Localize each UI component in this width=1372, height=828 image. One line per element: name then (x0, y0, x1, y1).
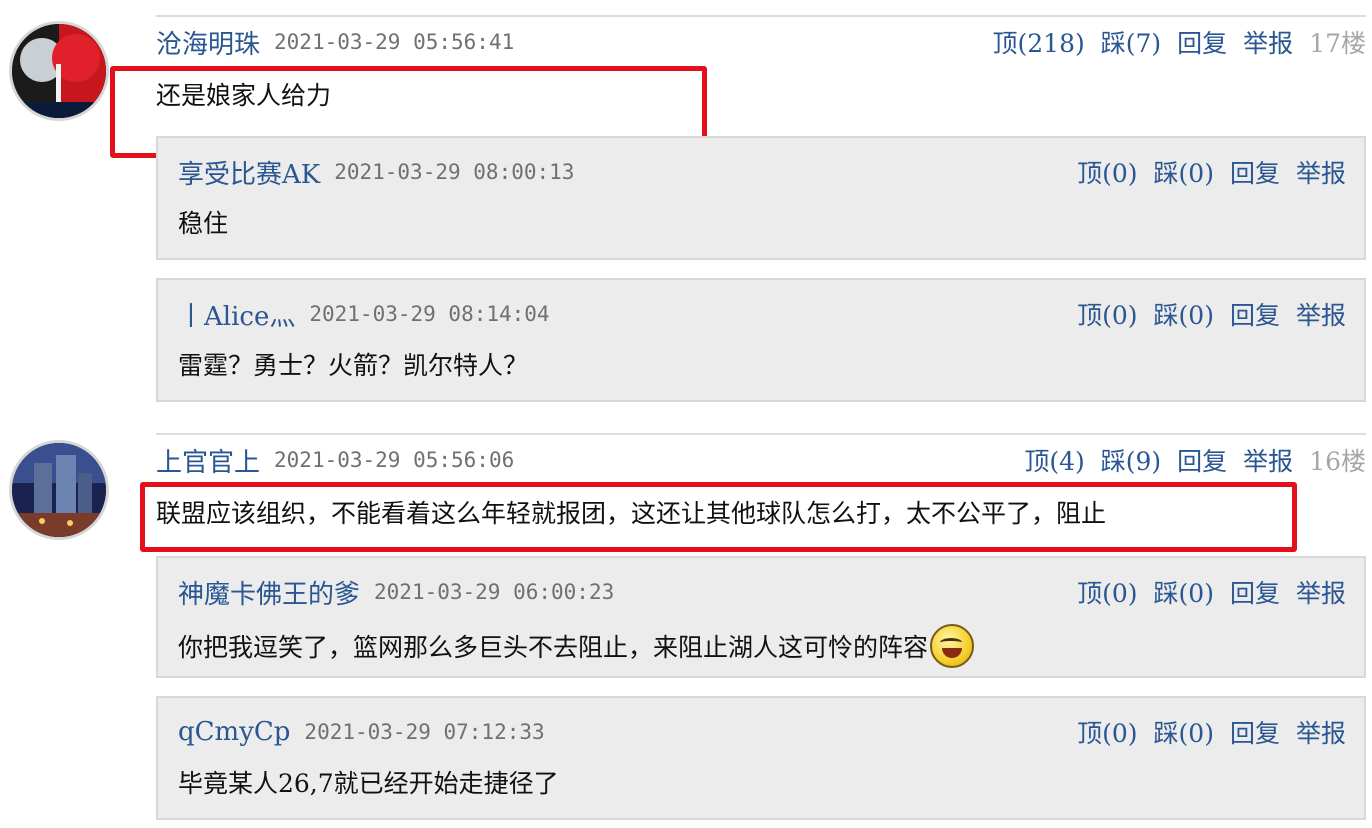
downvote-button[interactable]: 踩(0) (1154, 154, 1214, 190)
highlight-box (140, 482, 1297, 552)
comment-actions: 顶(4) 踩(9) 回复 举报 16楼 (1024, 442, 1366, 478)
username[interactable]: 沧海明珠 (156, 24, 260, 61)
reply-button[interactable]: 回复 (1177, 442, 1227, 478)
upvote-button[interactable]: 顶(0) (1077, 154, 1137, 190)
username[interactable]: qCmyCp (178, 717, 290, 747)
reply-button[interactable]: 回复 (1230, 296, 1280, 332)
comment-actions: 顶(218) 踩(7) 回复 举报 17楼 (993, 24, 1367, 60)
report-button[interactable]: 举报 (1243, 442, 1293, 478)
downvote-button[interactable]: 踩(7) (1101, 24, 1161, 60)
reply-button[interactable]: 回复 (1177, 24, 1227, 60)
upvote-button[interactable]: 顶(0) (1077, 574, 1137, 610)
timestamp: 2021-03-29 08:14:04 (309, 302, 550, 326)
comment-header: 上官官上 2021-03-29 05:56:06 顶(4) 踩(9) 回复 举报… (156, 440, 1366, 480)
reply-header: qCmyCp 2021-03-29 07:12:33 顶(0) 踩(0) 回复 … (178, 712, 1346, 752)
reply-item: qCmyCp 2021-03-29 07:12:33 顶(0) 踩(0) 回复 … (156, 696, 1366, 820)
upvote-button[interactable]: 顶(4) (1024, 442, 1084, 478)
comment-divider (156, 15, 1366, 17)
report-button[interactable]: 举报 (1296, 574, 1346, 610)
reply-button[interactable]: 回复 (1230, 154, 1280, 190)
reply-text-content: 你把我逗笑了，篮网那么多巨头不去阻止，来阻止湖人这可怜的阵容 (178, 633, 929, 662)
reply-text: 稳住 (178, 209, 229, 238)
reply-text: 你把我逗笑了，篮网那么多巨头不去阻止，来阻止湖人这可怜的阵容 (178, 624, 975, 668)
report-button[interactable]: 举报 (1296, 714, 1346, 750)
downvote-button[interactable]: 踩(0) (1154, 296, 1214, 332)
username[interactable]: 丨Alice灬 (178, 296, 295, 333)
report-button[interactable]: 举报 (1296, 154, 1346, 190)
reply-text: 雷霆？勇士？火箭？凯尔特人？ (178, 351, 529, 380)
downvote-button[interactable]: 踩(0) (1154, 574, 1214, 610)
reply-item: 享受比赛AK 2021-03-29 08:00:13 顶(0) 踩(0) 回复 … (156, 136, 1366, 260)
avatar[interactable] (9, 440, 109, 540)
username[interactable]: 享受比赛AK (178, 154, 320, 191)
reply-header: 享受比赛AK 2021-03-29 08:00:13 顶(0) 踩(0) 回复 … (178, 152, 1346, 192)
reply-header: 神魔卡佛王的爹 2021-03-29 06:00:23 顶(0) 踩(0) 回复… (178, 572, 1346, 612)
upvote-button[interactable]: 顶(218) (993, 24, 1085, 60)
reply-item: 丨Alice灬 2021-03-29 08:14:04 顶(0) 踩(0) 回复… (156, 278, 1366, 402)
comment-header: 沧海明珠 2021-03-29 05:56:41 顶(218) 踩(7) 回复 … (156, 22, 1366, 62)
floor-number: 17楼 (1309, 29, 1366, 58)
timestamp: 2021-03-29 06:00:23 (374, 580, 615, 604)
username[interactable]: 上官官上 (156, 442, 260, 479)
laughing-emoji-icon (930, 624, 975, 668)
timestamp: 2021-03-29 05:56:06 (274, 448, 515, 472)
avatar[interactable] (9, 21, 109, 121)
comment-divider (156, 433, 1366, 435)
reply-item: 神魔卡佛王的爹 2021-03-29 06:00:23 顶(0) 踩(0) 回复… (156, 556, 1366, 678)
reply-actions: 顶(0) 踩(0) 回复 举报 (1077, 154, 1346, 190)
timestamp: 2021-03-29 08:00:13 (334, 160, 575, 184)
reply-text: 毕竟某人26,7就已经开始走捷径了 (178, 769, 559, 798)
reply-actions: 顶(0) 踩(0) 回复 举报 (1077, 574, 1346, 610)
downvote-button[interactable]: 踩(9) (1101, 442, 1161, 478)
reply-header: 丨Alice灬 2021-03-29 08:14:04 顶(0) 踩(0) 回复… (178, 294, 1346, 334)
reply-button[interactable]: 回复 (1230, 574, 1280, 610)
username[interactable]: 神魔卡佛王的爹 (178, 574, 360, 611)
upvote-button[interactable]: 顶(0) (1077, 714, 1137, 750)
reply-actions: 顶(0) 踩(0) 回复 举报 (1077, 296, 1346, 332)
reply-button[interactable]: 回复 (1230, 714, 1280, 750)
report-button[interactable]: 举报 (1243, 24, 1293, 60)
timestamp: 2021-03-29 05:56:41 (274, 30, 515, 54)
floor-number: 16楼 (1309, 447, 1366, 476)
reply-actions: 顶(0) 踩(0) 回复 举报 (1077, 714, 1346, 750)
upvote-button[interactable]: 顶(0) (1077, 296, 1137, 332)
downvote-button[interactable]: 踩(0) (1154, 714, 1214, 750)
report-button[interactable]: 举报 (1296, 296, 1346, 332)
timestamp: 2021-03-29 07:12:33 (304, 720, 545, 744)
